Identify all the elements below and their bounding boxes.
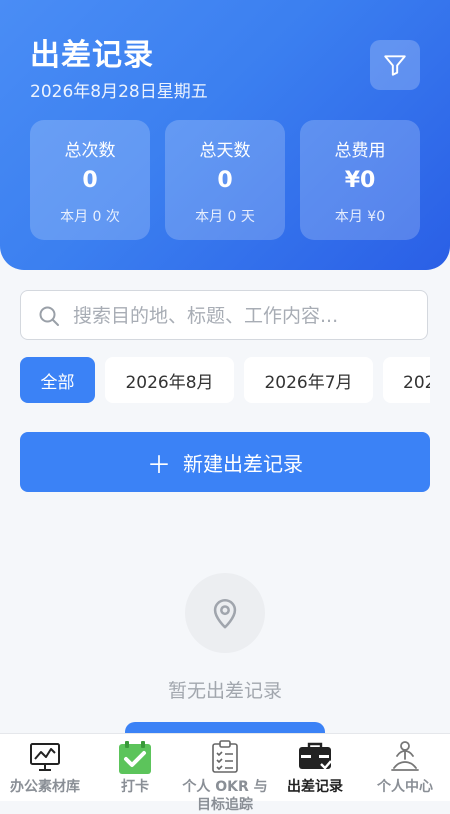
briefcase-icon (299, 742, 332, 770)
filter-chip-2026-06[interactable]: 2026年6月 (383, 357, 430, 403)
stat-value: 0 (217, 168, 233, 193)
bottom-tab-bar: 办公素材库 打卡 个人 OKR 与目标追踪 出差记录 个人中心 (0, 733, 450, 813)
plus-icon: ＋ (147, 450, 171, 479)
current-date: 2026年8月28日星期五 (30, 82, 208, 102)
tab-label: 个人 OKR 与目标追踪 (182, 779, 268, 813)
stat-value: 0 (82, 168, 98, 193)
stat-sub: 本月 0 次 (60, 209, 120, 225)
tab-label: 打卡 (121, 779, 149, 795)
tab-profile[interactable]: 个人中心 (360, 734, 450, 801)
filter-chip-2026-08[interactable]: 2026年8月 (105, 357, 234, 403)
stat-label: 总费用 (334, 141, 386, 161)
location-pin-icon (213, 598, 237, 629)
search-input[interactable] (71, 299, 415, 333)
stat-label: 总次数 (64, 141, 116, 161)
tab-okr[interactable]: 个人 OKR 与目标追踪 (180, 734, 270, 813)
new-trip-label: 新建出差记录 (183, 451, 303, 476)
clipboard-list-icon (212, 740, 238, 773)
tab-check-in[interactable]: 打卡 (90, 734, 180, 801)
empty-state-text: 暂无出差记录 (167, 680, 282, 702)
tab-office-library[interactable]: 办公素材库 (0, 734, 90, 801)
filter-chip-all[interactable]: 全部 (20, 357, 95, 403)
stat-label: 总天数 (199, 141, 251, 161)
filter-chip-2026-07[interactable]: 2026年7月 (244, 357, 373, 403)
empty-state-icon-wrap (185, 573, 265, 653)
stat-card-total-cost: 总费用 ¥0 本月 ¥0 (300, 120, 420, 240)
tab-label: 办公素材库 (10, 779, 80, 795)
meditation-person-icon (391, 741, 419, 771)
stat-value: ¥0 (344, 168, 376, 193)
search-box[interactable] (20, 290, 428, 340)
check-calendar-icon (119, 741, 151, 774)
filter-icon (384, 55, 406, 76)
tab-business-trip[interactable]: 出差记录 (270, 734, 360, 801)
search-icon (39, 306, 59, 326)
chart-monitor-icon (30, 743, 60, 771)
filter-button[interactable] (370, 40, 420, 90)
header: 出差记录 2026年8月28日星期五 总次数 0 本月 0 次 总天数 0 本月… (0, 0, 450, 270)
stat-card-total-count: 总次数 0 本月 0 次 (30, 120, 150, 240)
tab-label: 个人中心 (377, 779, 433, 795)
new-trip-button[interactable]: ＋ 新建出差记录 (20, 432, 430, 492)
stat-sub: 本月 0 天 (195, 209, 255, 225)
month-filter-bar: 全部 2026年8月 2026年7月 2026年6月 (20, 357, 430, 403)
stat-card-total-days: 总天数 0 本月 0 天 (165, 120, 285, 240)
stat-sub: 本月 ¥0 (334, 209, 386, 225)
page-title: 出差记录 (30, 38, 154, 73)
tab-label: 出差记录 (287, 779, 343, 795)
